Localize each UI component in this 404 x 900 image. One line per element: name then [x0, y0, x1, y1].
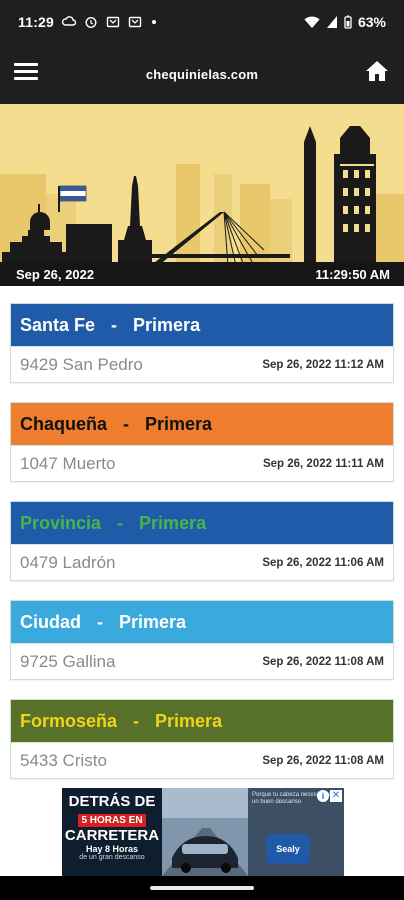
header-separator: - [117, 512, 124, 533]
ad-subline-2: de un gran descanso [79, 854, 145, 861]
draw-name: Primera [133, 314, 201, 335]
alarm-icon [84, 15, 98, 29]
winning-number: 5433 Cristo [20, 751, 107, 770]
result-card-header: Santa Fe - Primera [11, 304, 393, 346]
result-timestamp: Sep 26, 2022 11:11 AM [262, 458, 384, 470]
ad-headline-2: 5 HORAS EN [78, 814, 146, 827]
ad-headline-block: DETRÁS DE 5 HORAS EN CARRETERA Hay 8 Hor… [62, 788, 162, 876]
hamburger-menu-icon[interactable] [14, 60, 40, 86]
battery-percent: 63% [357, 14, 386, 30]
result-timestamp: Sep 26, 2022 11:12 AM [262, 359, 384, 371]
ad-info-icon[interactable]: i [317, 790, 329, 802]
result-card-header: Chaqueña - Primera [11, 403, 393, 445]
cast-icon [106, 15, 120, 29]
province-name: Ciudad [20, 611, 81, 632]
result-timestamp: Sep 26, 2022 11:08 AM [262, 755, 384, 767]
result-card-header: Formoseña - Primera [11, 700, 393, 742]
result-timestamp: Sep 26, 2022 11:06 AM [262, 557, 384, 569]
home-icon[interactable] [364, 58, 390, 84]
winning-number: 9429 San Pedro [20, 355, 143, 374]
status-left: 11:29 [18, 14, 157, 30]
ad-headline-1: DETRÁS DE [68, 793, 156, 810]
result-card-header: Ciudad - Primera [11, 601, 393, 643]
ad-close-icon[interactable]: ✕ [330, 790, 342, 802]
ad-car-image [162, 788, 248, 876]
home-gesture-handle[interactable] [150, 886, 254, 890]
province-name: Provincia [20, 512, 102, 533]
header-separator: - [111, 314, 118, 335]
app-bar: chequinielas.com [0, 44, 404, 104]
result-card[interactable]: Provincia - Primera 0479 Ladrón Sep 26, … [10, 501, 394, 581]
result-card[interactable]: Ciudad - Primera 9725 Gallina Sep 26, 20… [10, 600, 394, 680]
province-name: Chaqueña [20, 413, 108, 434]
signal-icon [326, 16, 337, 28]
wifi-icon [304, 16, 320, 28]
banner-date-bar: Sep 26, 2022 11:29:50 AM [0, 262, 404, 286]
header-separator: - [133, 710, 140, 731]
result-card-body: 5433 Cristo Sep 26, 2022 11:08 AM [11, 742, 393, 779]
province-name: Formoseña [20, 710, 118, 731]
result-card-body: 0479 Ladrón Sep 26, 2022 11:06 AM [11, 544, 393, 581]
notification-dot-icon [152, 20, 157, 24]
result-card[interactable]: Chaqueña - Primera 1047 Muerto Sep 26, 2… [10, 402, 394, 482]
result-card-header: Provincia - Primera [11, 502, 393, 544]
banner-time: 11:29:50 AM [315, 266, 390, 282]
draw-name: Primera [155, 710, 223, 731]
draw-name: Primera [145, 413, 213, 434]
banner-date: Sep 26, 2022 [16, 266, 95, 282]
header-banner: Sep 26, 2022 11:29:50 AM [0, 104, 404, 286]
ad-subline-1: Hay 8 Horas [85, 844, 139, 854]
cloud-sync-icon [62, 15, 77, 29]
province-name: Santa Fe [20, 314, 96, 335]
cast-icon [128, 15, 142, 29]
draw-name: Primera [119, 611, 187, 632]
header-separator: - [97, 611, 103, 632]
status-time: 11:29 [18, 14, 55, 30]
header-separator: - [123, 413, 130, 434]
result-card-body: 9725 Gallina Sep 26, 2022 11:08 AM [11, 643, 393, 680]
result-card-body: 9429 San Pedro Sep 26, 2022 11:12 AM [11, 346, 393, 383]
result-card-body: 1047 Muerto Sep 26, 2022 11:11 AM [11, 445, 393, 482]
results-list: Santa Fe - Primera 9429 San Pedro Sep 26… [10, 303, 396, 798]
winning-number: 9725 Gallina [20, 652, 116, 671]
city-skyline-illustration [0, 104, 404, 266]
status-right: 63% [304, 14, 386, 30]
result-card[interactable]: Santa Fe - Primera 9429 San Pedro Sep 26… [10, 303, 394, 383]
ad-brand-logo: Sealy [266, 834, 310, 864]
draw-name: Primera [139, 512, 207, 533]
advertisement-banner[interactable]: DETRÁS DE 5 HORAS EN CARRETERA Hay 8 Hor… [62, 788, 344, 876]
battery-icon [344, 15, 352, 29]
status-bar: 11:29 63% [0, 0, 404, 44]
result-timestamp: Sep 26, 2022 11:08 AM [262, 656, 384, 668]
winning-number: 1047 Muerto [20, 454, 116, 473]
ad-headline-3: CARRETERA [64, 827, 160, 844]
result-card[interactable]: Formoseña - Primera 5433 Cristo Sep 26, … [10, 699, 394, 779]
winning-number: 0479 Ladrón [20, 553, 116, 572]
app-title: chequinielas.com [145, 66, 259, 82]
system-navigation-bar [0, 876, 404, 900]
